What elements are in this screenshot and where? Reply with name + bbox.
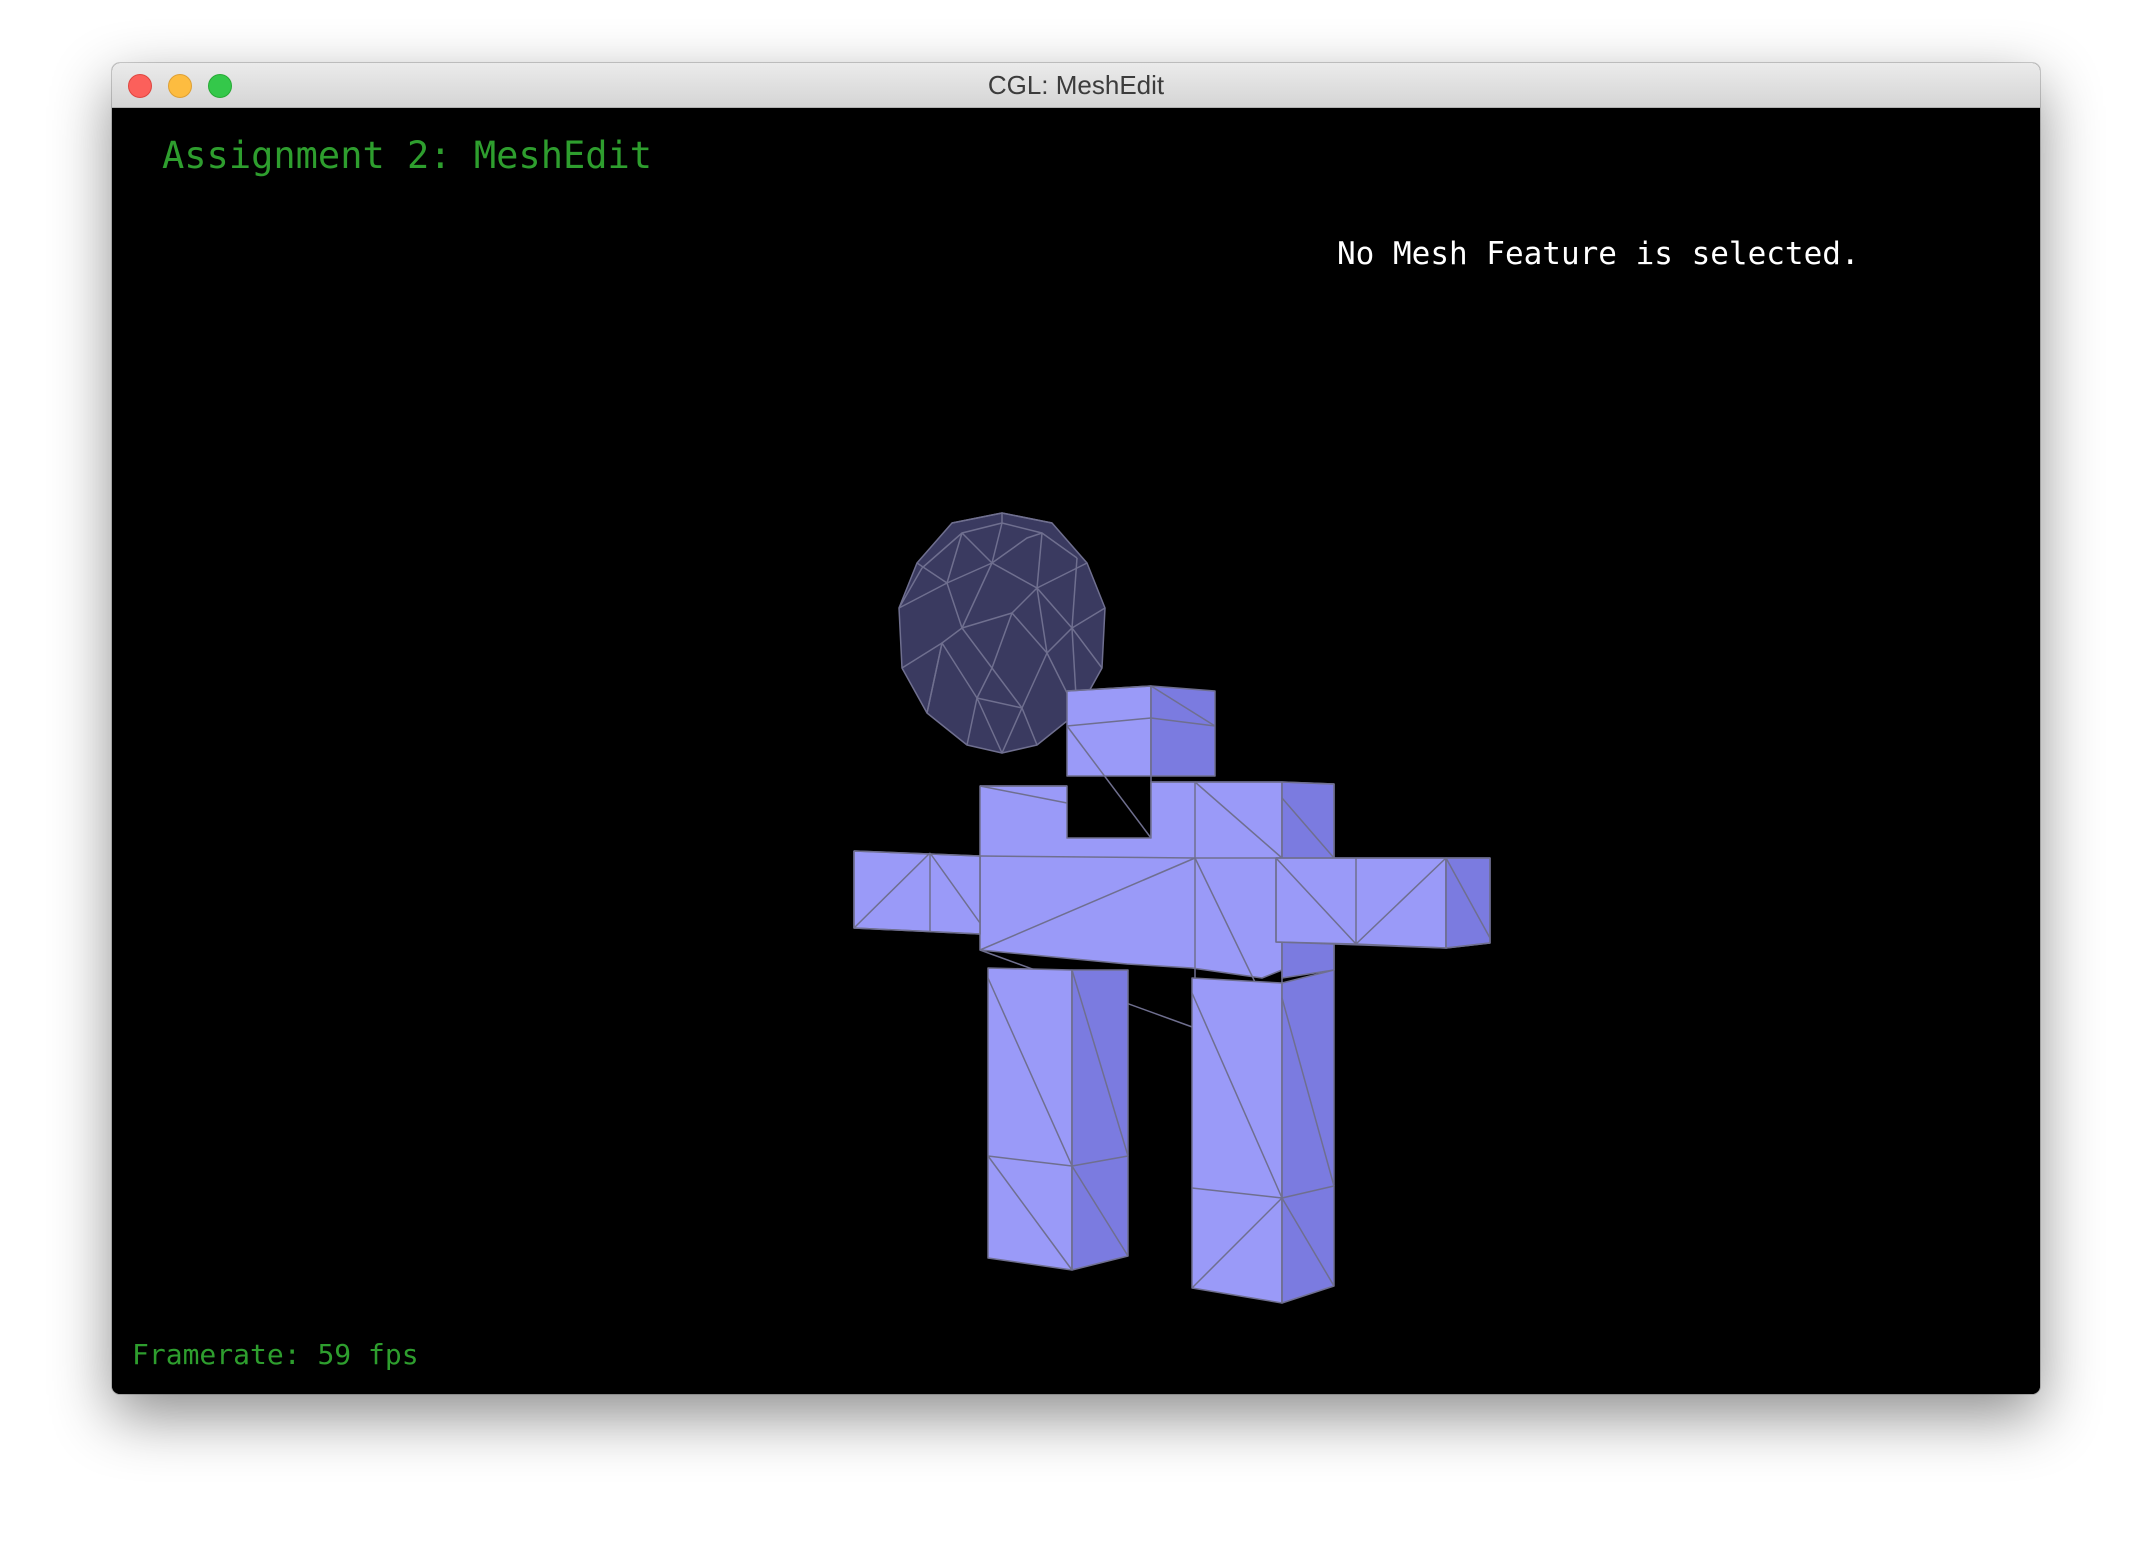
title-bar[interactable]: CGL: MeshEdit [112, 63, 2040, 108]
left-leg[interactable] [987, 967, 1129, 1271]
window-title: CGL: MeshEdit [987, 70, 1165, 100]
mesh-canvas[interactable] [112, 108, 2040, 1394]
assignment-title: Assignment 2: MeshEdit [162, 134, 653, 177]
right-arm[interactable] [1275, 857, 1491, 949]
left-arm[interactable] [853, 850, 981, 935]
framerate-readout: Framerate: 59 fps [132, 1338, 419, 1371]
framerate-label: Framerate: [132, 1338, 301, 1371]
right-leg[interactable] [1191, 969, 1335, 1304]
app-window: CGL: MeshEdit Assignment 2: MeshEdit No … [112, 63, 2040, 1394]
selection-status: No Mesh Feature is selected. [1337, 236, 1860, 272]
render-viewport[interactable]: Assignment 2: MeshEdit No Mesh Feature i… [112, 108, 2040, 1394]
framerate-value: 59 fps [317, 1338, 419, 1371]
